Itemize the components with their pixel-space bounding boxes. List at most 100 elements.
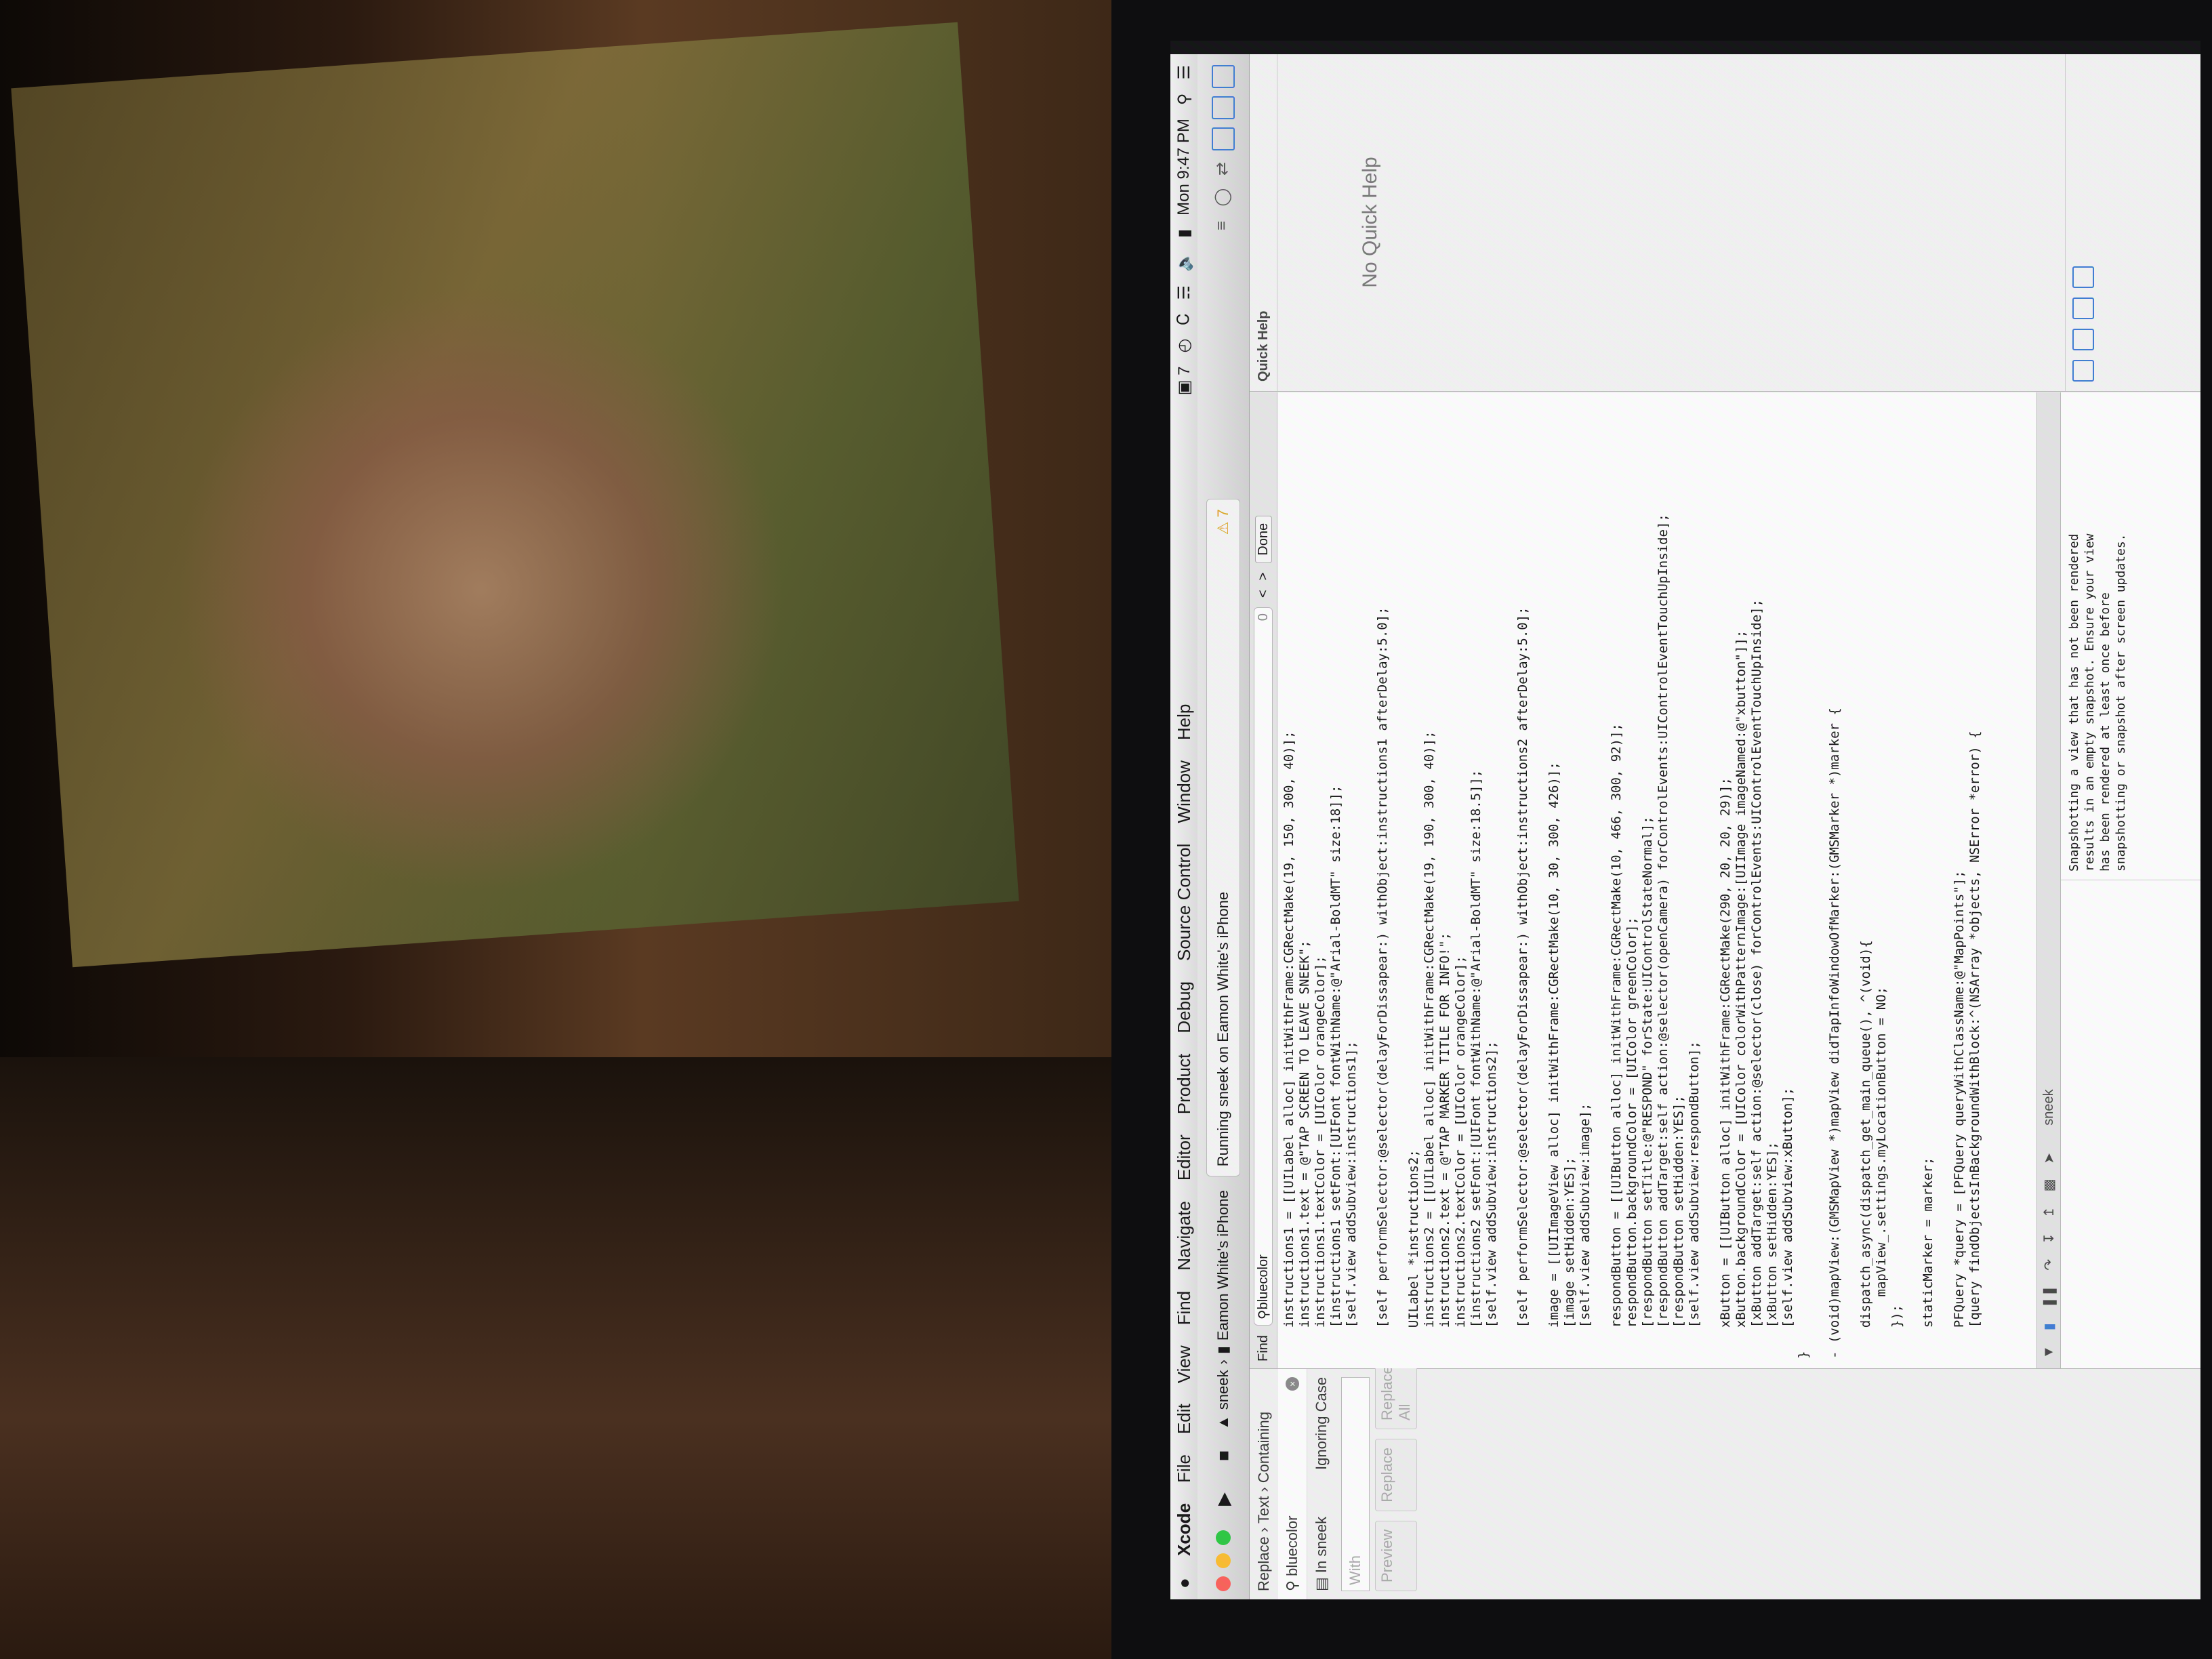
find-navigator: Replace › Text › Containing ⚲ bluecolor … [1250, 1357, 2200, 1599]
match-case-selector[interactable]: Ignoring Case [1313, 1377, 1330, 1470]
code-line: [self.view addSubview:image]; [1578, 1103, 1593, 1359]
step-out-icon[interactable]: ↥ [2041, 1206, 2057, 1218]
status-badge[interactable]: ▣ 7 [1174, 367, 1194, 396]
find-mode-selector[interactable]: Find [1256, 1335, 1271, 1361]
debug-area-toggle-icon[interactable] [1212, 96, 1235, 119]
code-line: [self.view addSubview:instructions2]; [1484, 1041, 1499, 1359]
menu-product[interactable]: Product [1174, 1054, 1195, 1115]
next-match-icon[interactable]: > [1256, 573, 1271, 581]
menu-find[interactable]: Find [1174, 1291, 1195, 1326]
chevron-right-icon: › [1214, 1359, 1231, 1365]
debug-target: sneek [2041, 1089, 2056, 1126]
mode-replace[interactable]: Replace [1255, 1536, 1272, 1591]
apple-icon[interactable]: ● [1174, 1568, 1195, 1589]
navigator-search-field[interactable]: ⚲ bluecolor × [1278, 1369, 1307, 1599]
scope-icon: ▤ [1313, 1577, 1330, 1591]
menu-editor[interactable]: Editor [1174, 1134, 1195, 1181]
bluetooth-icon[interactable]: Ꮯ [1174, 313, 1193, 325]
code-line: } [1796, 1351, 1811, 1359]
minimize-window-button[interactable] [1216, 1553, 1231, 1568]
menu-view[interactable]: View [1174, 1345, 1195, 1383]
navigator-toggle-icon[interactable] [1212, 127, 1235, 150]
toolbar-right: ≡ ◯ ⇄ [1212, 54, 1235, 236]
version-editor-icon[interactable]: ⇄ [1212, 159, 1232, 179]
step-over-icon[interactable]: ↷ [2041, 1259, 2057, 1271]
clear-search-icon[interactable]: × [1286, 1377, 1299, 1391]
menu-clock[interactable]: Mon 9:47 PM [1174, 119, 1193, 216]
menu-edit[interactable]: Edit [1174, 1404, 1195, 1434]
console-line: Snapshotting a view that has not been re… [2067, 533, 2081, 872]
menu-debug[interactable]: Debug [1174, 981, 1195, 1033]
code-line: dispatch_async(dispatch_get_main_queue()… [1858, 940, 1873, 1359]
find-search-icon: ⚲ [1256, 1309, 1271, 1320]
view-debugger-icon[interactable]: ▩ [2041, 1179, 2057, 1191]
standard-editor-icon[interactable]: ≡ [1212, 216, 1232, 236]
utilities-toggle-icon[interactable] [1212, 65, 1235, 88]
console-line: has been rendered at least once before [2098, 592, 2112, 872]
menu-window[interactable]: Window [1174, 760, 1195, 823]
notification-center-icon[interactable]: ☰ [1174, 65, 1194, 80]
previous-match-icon[interactable]: < [1256, 590, 1271, 598]
debug-bar: ▼ ▮ ❚❚ ↷ ↧ ↥ ▩ ➤ sneek [2036, 392, 2061, 1368]
scope-row: ▤ In sneek Ignoring Case [1307, 1369, 1336, 1599]
menu-help[interactable]: Help [1174, 704, 1195, 740]
stop-button[interactable]: ■ [1211, 1443, 1235, 1468]
code-line: [respondButton setHidden:YES]; [1671, 1095, 1686, 1359]
find-count: 0 [1255, 613, 1271, 621]
scheme-icon: ▲ [1214, 1415, 1231, 1430]
menu-file[interactable]: File [1174, 1454, 1195, 1483]
library-bar [2065, 54, 2200, 391]
warning-badge[interactable]: ⚠ 7 [1214, 509, 1232, 535]
mode-containing[interactable]: Containing [1255, 1412, 1272, 1483]
preview-button[interactable]: Preview [1375, 1520, 1417, 1591]
replace-button[interactable]: Replace [1375, 1439, 1417, 1511]
battery-icon[interactable]: ▮ [1174, 229, 1194, 238]
step-in-icon[interactable]: ↧ [2041, 1233, 2057, 1244]
menu-bar: ● Xcode File Edit View Find Navigate Edi… [1170, 54, 1198, 1599]
utility-area: Quick Help No Quick Help [1250, 54, 2200, 392]
menu-source-control[interactable]: Source Control [1174, 844, 1195, 961]
breakpoints-toggle-icon[interactable]: ▮ [2041, 1323, 2057, 1330]
find-field[interactable]: ⚲ bluecolor 0 [1254, 607, 1273, 1326]
location-icon[interactable]: ➤ [2041, 1153, 2057, 1164]
console-line: snapshotting or snapshot after screen up… [2114, 533, 2128, 872]
object-library-icon[interactable] [2072, 298, 2094, 319]
file-template-library-icon[interactable] [2072, 360, 2094, 382]
console-output[interactable]: Snapshotting a view that has not been re… [2061, 392, 2200, 880]
code-line: UILabel *instructions2; [1406, 1149, 1421, 1359]
search-scope[interactable]: In sneek [1313, 1517, 1330, 1573]
code-snippet-library-icon[interactable] [2072, 329, 2094, 350]
code-line: [respondButton setTitle:@"RESPOND" forSt… [1640, 816, 1655, 1359]
done-button[interactable]: Done [1254, 515, 1272, 563]
hide-debug-area-icon[interactable]: ▼ [2041, 1345, 2057, 1359]
source-editor[interactable]: instructions1 = [[UILabel alloc] initWit… [1277, 392, 2036, 1368]
spotlight-icon[interactable]: ⚲ [1174, 94, 1194, 106]
xcode-screen: ● Xcode File Edit View Find Navigate Edi… [1170, 54, 2200, 1599]
code-line: image = [[UIImageView alloc] initWithFra… [1547, 762, 1561, 1359]
menu-app[interactable]: Xcode [1174, 1503, 1195, 1556]
scheme-name: sneek [1214, 1370, 1231, 1410]
code-line: respondButton.backgroundColor = [UIColor… [1624, 916, 1639, 1359]
zoom-window-button[interactable] [1216, 1530, 1231, 1545]
run-button[interactable]: ▶ [1211, 1487, 1235, 1511]
volume-icon[interactable]: 🔈 [1174, 251, 1194, 272]
menu-navigate[interactable]: Navigate [1174, 1201, 1195, 1271]
poster-flower [176, 285, 786, 895]
code-line: [instructions1 setFont:[UIFont fontWithN… [1328, 785, 1343, 1359]
close-window-button[interactable] [1216, 1576, 1231, 1591]
media-library-icon[interactable] [2072, 266, 2094, 288]
code-line: [query findObjectsInBackgroundWithBlock:… [1967, 731, 1982, 1359]
find-mode-breadcrumb[interactable]: Replace › Text › Containing [1250, 1369, 1278, 1599]
time-machine-icon[interactable]: ◴ [1174, 339, 1194, 353]
code-line: [self performSelector:@selector(delayFor… [1515, 607, 1530, 1359]
scheme-selector[interactable]: ▲ sneek › ▮ Eamon White's iPhone [1214, 1190, 1232, 1430]
replace-with-field[interactable]: With [1341, 1377, 1370, 1591]
room-background [0, 0, 1166, 1659]
assistant-editor-icon[interactable]: ◯ [1212, 187, 1232, 207]
wifi-icon[interactable]: ☴ [1174, 285, 1194, 300]
mode-text[interactable]: Text [1255, 1496, 1272, 1523]
pause-icon[interactable]: ❚❚ [2041, 1286, 2057, 1309]
